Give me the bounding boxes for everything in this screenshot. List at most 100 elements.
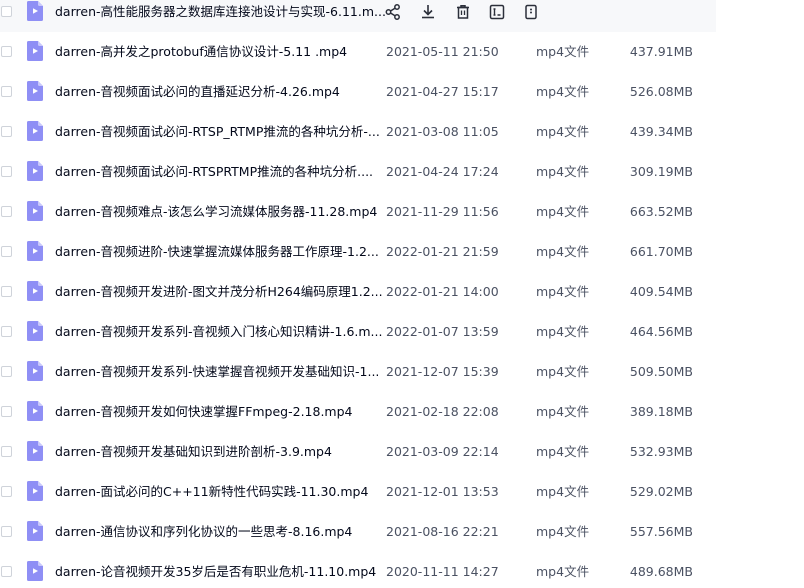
row-checkbox[interactable] [1,126,12,137]
row-checkbox[interactable] [1,6,12,17]
row-checkbox[interactable] [1,446,12,457]
file-type: mp4文件 [536,244,590,259]
file-date: 2022-01-21 14:00 [386,284,499,299]
file-size: 557.56MB [629,524,693,539]
video-file-icon [27,521,43,541]
file-size: 489.68MB [629,564,693,579]
more-icon[interactable] [522,3,540,21]
file-row[interactable]: darren-音视频面试必问-RTSPRTMP推流的各种坑分析.... 2021-… [0,152,716,192]
file-list: darren-高性能服务器之数据库连接池设计与实现-6.11.m... darre… [0,0,804,588]
row-checkbox[interactable] [1,246,12,257]
file-name[interactable]: darren-高并发之protobuf通信协议设计-5.11 .mp4 [55,43,347,61]
file-type: mp4文件 [536,204,590,219]
file-name[interactable]: darren-音视频开发系列-快速掌握音视频开发基础知识-1... [55,363,379,381]
file-type: mp4文件 [536,484,590,499]
file-name[interactable]: darren-面试必问的C++11新特性代码实践-11.30.mp4 [55,483,368,501]
row-checkbox[interactable] [1,566,12,577]
file-size: 309.19MB [629,164,693,179]
file-name[interactable]: darren-论音视频开发35岁后是否有职业危机-11.10.mp4 [55,563,376,581]
file-date: 2021-12-07 15:39 [386,364,499,379]
file-type: mp4文件 [536,44,590,59]
file-date: 2021-08-16 22:21 [386,524,499,539]
file-date: 2021-04-24 17:24 [386,164,499,179]
video-file-icon [27,1,43,21]
file-row[interactable]: darren-通信协议和序列化协议的一些思考-8.16.mp4 2021-08-1… [0,512,716,552]
file-size: 661.70MB [629,244,693,259]
file-type: mp4文件 [536,124,590,139]
file-size: 663.52MB [629,204,693,219]
file-size: 529.02MB [629,484,693,499]
row-checkbox[interactable] [1,206,12,217]
video-file-icon [27,241,43,261]
file-row[interactable]: darren-音视频开发系列-音视频入门核心知识精讲-1.6.m... 2022-… [0,312,716,352]
file-row[interactable]: darren-音视频开发基础知识到进阶剖析-3.9.mp4 2021-03-09 … [0,432,716,472]
share-icon[interactable] [384,3,402,21]
row-checkbox[interactable] [1,46,12,57]
file-date: 2021-11-29 11:56 [386,204,499,219]
video-file-icon [27,361,43,381]
file-row[interactable]: darren-音视频开发系列-快速掌握音视频开发基础知识-1... 2021-12… [0,352,716,392]
file-date: 2021-05-11 21:50 [386,44,499,59]
file-type: mp4文件 [536,364,590,379]
file-row[interactable]: darren-高性能服务器之数据库连接池设计与实现-6.11.m... [0,0,716,32]
file-name[interactable]: darren-通信协议和序列化协议的一些思考-8.16.mp4 [55,523,352,541]
rename-icon[interactable] [488,3,506,21]
file-date: 2022-01-07 13:59 [386,324,499,339]
file-type: mp4文件 [536,284,590,299]
file-type: mp4文件 [536,444,590,459]
file-size: 532.93MB [629,444,693,459]
file-date: 2021-04-27 15:17 [386,84,499,99]
row-checkbox[interactable] [1,326,12,337]
file-date: 2021-12-01 13:53 [386,484,499,499]
file-row[interactable]: darren-论音视频开发35岁后是否有职业危机-11.10.mp4 2020-1… [0,552,716,588]
file-name[interactable]: darren-音视频开发系列-音视频入门核心知识精讲-1.6.m... [55,323,382,341]
file-date: 2021-03-09 22:14 [386,444,499,459]
file-row[interactable]: darren-高并发之protobuf通信协议设计-5.11 .mp4 2021-… [0,32,716,72]
video-file-icon [27,201,43,221]
row-checkbox[interactable] [1,526,12,537]
file-name[interactable]: darren-音视频面试必问的直播延迟分析-4.26.mp4 [55,83,340,101]
delete-icon[interactable] [454,3,472,21]
file-type: mp4文件 [536,524,590,539]
file-name[interactable]: darren-音视频面试必问-RTSP_RTMP推流的各种坑分析-... [55,123,380,141]
file-row[interactable]: darren-音视频开发进阶-图文并茂分析H264编码原理1.2... 2022-… [0,272,716,312]
video-file-icon [27,81,43,101]
file-row[interactable]: darren-音视频开发如何快速掌握FFmpeg-2.18.mp4 2021-02… [0,392,716,432]
file-date: 2021-03-08 11:05 [386,124,499,139]
file-name[interactable]: darren-音视频进阶-快速掌握流媒体服务器工作原理-1.2... [55,243,379,261]
video-file-icon [27,321,43,341]
file-date: 2022-01-21 21:59 [386,244,499,259]
file-type: mp4文件 [536,84,590,99]
file-date: 2021-02-18 22:08 [386,404,499,419]
row-checkbox[interactable] [1,166,12,177]
file-size: 464.56MB [629,324,693,339]
video-file-icon [27,121,43,141]
file-size: 509.50MB [629,364,693,379]
row-checkbox[interactable] [1,286,12,297]
file-date: 2020-11-11 14:27 [386,564,499,579]
row-checkbox[interactable] [1,486,12,497]
file-row[interactable]: darren-音视频进阶-快速掌握流媒体服务器工作原理-1.2... 2022-0… [0,232,716,272]
video-file-icon [27,161,43,181]
row-checkbox[interactable] [1,406,12,417]
file-size: 437.91MB [629,44,693,59]
row-checkbox[interactable] [1,86,12,97]
file-row[interactable]: darren-音视频面试必问-RTSP_RTMP推流的各种坑分析-... 2021… [0,112,716,152]
file-row[interactable]: darren-音视频面试必问的直播延迟分析-4.26.mp4 2021-04-27… [0,72,716,112]
video-file-icon [27,481,43,501]
file-name[interactable]: darren-高性能服务器之数据库连接池设计与实现-6.11.m... [55,3,386,21]
file-size: 409.54MB [629,284,693,299]
file-name[interactable]: darren-音视频面试必问-RTSPRTMP推流的各种坑分析.... [55,163,373,181]
file-size: 526.08MB [629,84,693,99]
video-file-icon [27,401,43,421]
file-name[interactable]: darren-音视频难点-该怎么学习流媒体服务器-11.28.mp4 [55,203,377,221]
download-icon[interactable] [419,3,437,21]
row-checkbox[interactable] [1,366,12,377]
file-name[interactable]: darren-音视频开发基础知识到进阶剖析-3.9.mp4 [55,443,332,461]
file-type: mp4文件 [536,564,590,579]
file-row[interactable]: darren-面试必问的C++11新特性代码实践-11.30.mp4 2021-1… [0,472,716,512]
file-name[interactable]: darren-音视频开发进阶-图文并茂分析H264编码原理1.2... [55,283,383,301]
file-row[interactable]: darren-音视频难点-该怎么学习流媒体服务器-11.28.mp4 2021-1… [0,192,716,232]
video-file-icon [27,561,43,581]
file-name[interactable]: darren-音视频开发如何快速掌握FFmpeg-2.18.mp4 [55,403,353,421]
